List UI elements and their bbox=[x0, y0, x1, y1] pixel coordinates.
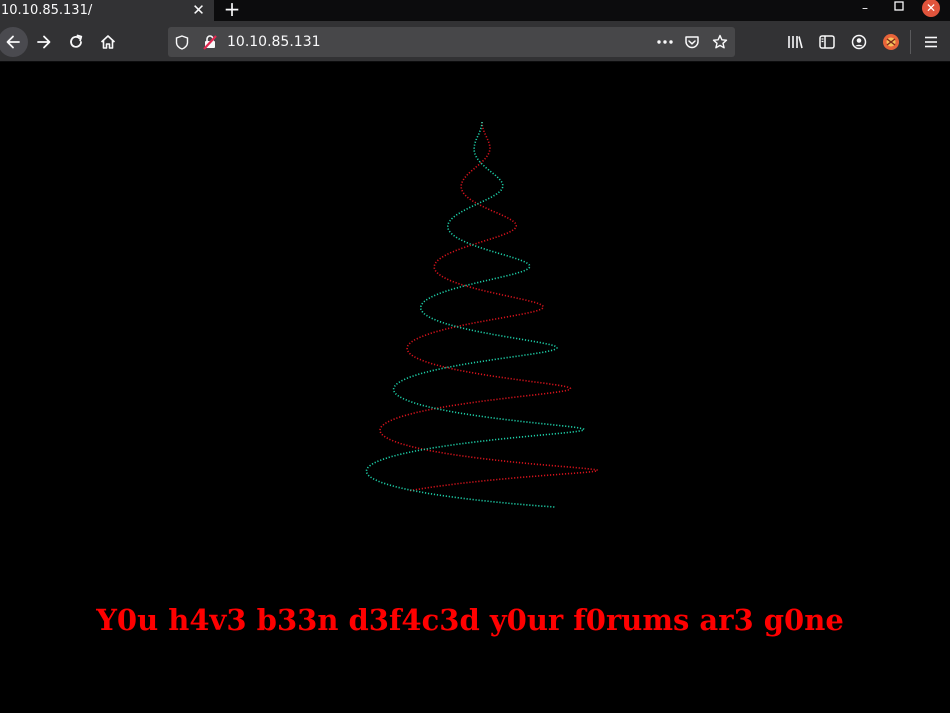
home-icon bbox=[100, 35, 116, 49]
insecure-connection-icon[interactable] bbox=[201, 33, 219, 51]
pocket-icon[interactable] bbox=[683, 33, 701, 51]
tab-title: 10.10.85.131/ bbox=[1, 3, 93, 18]
reload-icon bbox=[70, 34, 83, 48]
tracking-protection-shield-icon[interactable] bbox=[173, 33, 191, 51]
tree-ribbon-teal bbox=[365, 122, 585, 508]
minimize-icon[interactable]: – bbox=[853, 0, 877, 21]
home-button[interactable] bbox=[94, 28, 122, 56]
tab-active[interactable]: 10.10.85.131/ ✕ bbox=[0, 0, 214, 21]
url-text: 10.10.85.131 bbox=[227, 34, 321, 50]
navigation-toolbar: 10.10.85.131 bbox=[0, 21, 950, 62]
back-button[interactable] bbox=[0, 27, 28, 57]
page-content: Y0u h4v3 b33n d3f4c3d y0ur f0rums ar3 g0… bbox=[0, 62, 950, 713]
forward-arrow-icon bbox=[37, 35, 51, 49]
defacement-banner: Y0u h4v3 b33n d3f4c3d y0ur f0rums ar3 g0… bbox=[96, 603, 844, 637]
page-actions-button[interactable] bbox=[656, 33, 674, 51]
url-bar[interactable]: 10.10.85.131 bbox=[168, 27, 735, 57]
tab-strip: 10.10.85.131/ ✕ + – ✕ bbox=[0, 0, 950, 21]
tab-close-icon[interactable]: ✕ bbox=[188, 0, 209, 21]
tree-ribbon-red bbox=[379, 122, 599, 492]
bookmark-star-icon[interactable] bbox=[711, 33, 729, 51]
maximize-icon[interactable] bbox=[888, 0, 910, 21]
reload-button[interactable] bbox=[62, 28, 90, 56]
sidebar-icon[interactable] bbox=[817, 32, 837, 52]
account-icon[interactable] bbox=[849, 32, 869, 52]
more-dots-icon bbox=[657, 40, 673, 44]
window-close-button[interactable]: ✕ bbox=[920, 0, 942, 21]
back-arrow-icon bbox=[6, 35, 20, 49]
window-close-icon: ✕ bbox=[922, 0, 940, 17]
new-tab-icon[interactable]: + bbox=[221, 0, 243, 21]
hamburger-menu-icon[interactable] bbox=[921, 32, 941, 52]
library-icon[interactable] bbox=[785, 32, 805, 52]
toolbar-divider bbox=[910, 30, 911, 54]
forward-button[interactable] bbox=[30, 28, 58, 56]
extension-icon[interactable] bbox=[881, 32, 901, 52]
christmas-tree-animation bbox=[365, 122, 599, 508]
